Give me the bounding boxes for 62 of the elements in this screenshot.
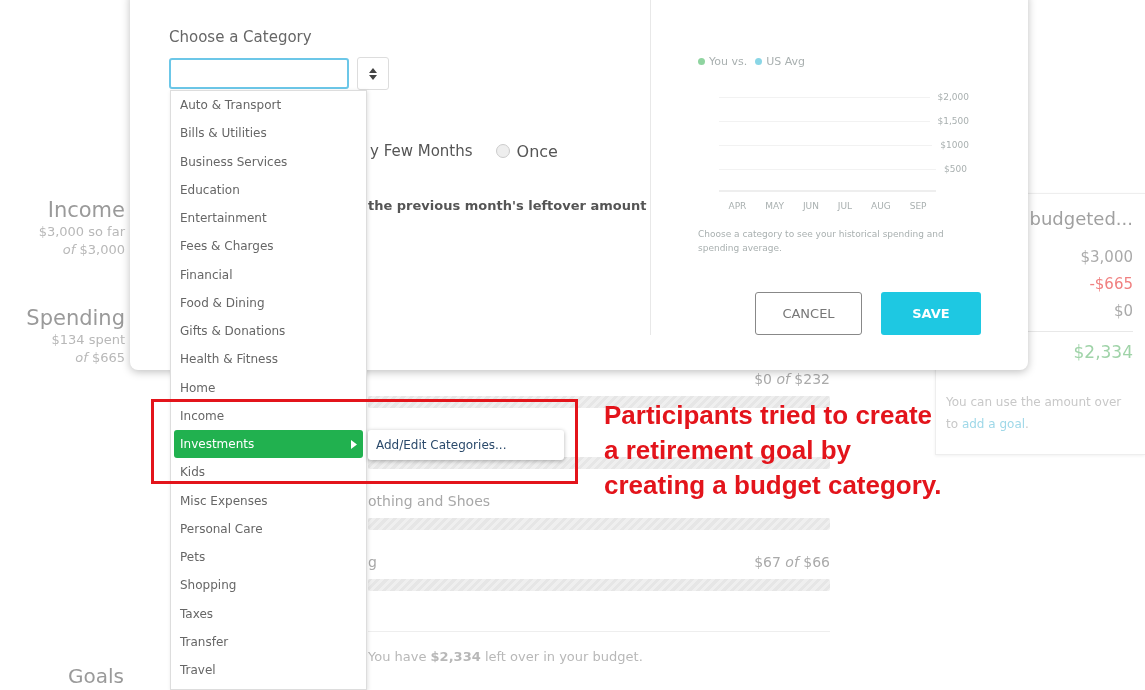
category-name: g xyxy=(368,554,377,570)
summary-amount: $134 spent xyxy=(51,331,125,349)
summary-total: of $3,000 xyxy=(62,241,125,259)
budget-amount: $0 of $232 xyxy=(754,371,830,387)
submenu-item[interactable]: Add/Edit Categories... xyxy=(368,430,564,460)
menu-item[interactable]: Misc Expenses xyxy=(174,486,363,515)
card-total: $2,334 xyxy=(1072,341,1133,364)
radio-button[interactable] xyxy=(495,144,510,158)
card-title: budgeted... xyxy=(1028,207,1133,231)
menu-item[interactable]: Gifts & Donations xyxy=(174,317,363,346)
summary-total: of $665 xyxy=(75,349,125,367)
submenu-arrow-icon xyxy=(351,439,357,449)
option-label: y Few Months xyxy=(370,142,473,160)
summary-title: Income xyxy=(47,197,125,223)
menu-item[interactable]: Entertainment xyxy=(174,204,363,233)
legend-label: You vs. xyxy=(709,54,748,68)
menu-item[interactable]: Home xyxy=(174,373,363,402)
card-value: -$665 xyxy=(1089,274,1133,295)
updown-icon xyxy=(368,66,378,81)
summary-title: Spending xyxy=(26,305,125,331)
axis-tick-label: $2,000 xyxy=(937,92,969,102)
menu-item[interactable]: Education xyxy=(174,175,363,204)
menu-item[interactable]: Travel xyxy=(174,656,363,685)
chart-caption: Choose a category to see your historical spending and spending average. xyxy=(698,228,945,255)
category-name: othing and Shoes xyxy=(368,493,491,509)
axis-month-label: MAY xyxy=(765,200,784,213)
category-field[interactable] xyxy=(169,58,349,89)
menu-item[interactable]: Food & Dining xyxy=(174,288,363,317)
summary-amount: $3,000 so far xyxy=(38,223,125,241)
menu-item[interactable]: Health & Fitness xyxy=(174,345,363,374)
annotation-text: Participants tried to create a retirement goal by creating a budget category. xyxy=(604,399,942,502)
menu-item[interactable]: Income xyxy=(174,401,363,430)
axis-tick-label: $500 xyxy=(944,164,967,174)
axis-month-label: JUL xyxy=(837,200,853,213)
menu-item[interactable]: Bills & Utilities xyxy=(174,119,363,148)
menu-item[interactable]: Business Services xyxy=(174,147,363,176)
field-label: Choose a Category xyxy=(169,27,313,47)
axis-month-label: AUG xyxy=(871,200,891,213)
section-title: Goals xyxy=(68,663,124,689)
card-value: $3,000 xyxy=(1080,247,1133,268)
axis-tick-label: $1,500 xyxy=(937,116,969,126)
menu-item[interactable]: Financial xyxy=(174,260,363,289)
menu-item[interactable]: Personal Care xyxy=(174,514,363,543)
goals-message: You have $2,334 left over in your budget. xyxy=(368,648,644,666)
menu-item[interactable]: Transfer xyxy=(174,627,363,656)
menu-item[interactable]: Fees & Charges xyxy=(174,232,363,261)
menu-item[interactable]: Taxes xyxy=(174,599,363,628)
legend-label: US Avg xyxy=(766,54,806,68)
option-label: Once xyxy=(516,141,558,161)
menu-item[interactable]: Kids xyxy=(174,458,363,487)
budget-amount: $67 of $66 xyxy=(754,554,830,570)
axis-month-label: JUN xyxy=(802,200,819,213)
menu-item[interactable]: Shopping xyxy=(174,571,363,600)
card-value: $0 xyxy=(1113,301,1133,322)
axis-month-label: APR xyxy=(728,200,747,213)
cancel-button[interactable]: CANCEL xyxy=(755,292,862,335)
axis-month-label: SEP xyxy=(909,200,927,213)
menu-item[interactable]: Pets xyxy=(174,543,363,572)
axis-tick-label: $1000 xyxy=(940,140,969,150)
option-label: the previous month's leftover amount xyxy=(368,197,647,213)
spinner-button[interactable] xyxy=(357,57,389,90)
menu-item[interactable]: Auto & Transport xyxy=(174,91,363,120)
